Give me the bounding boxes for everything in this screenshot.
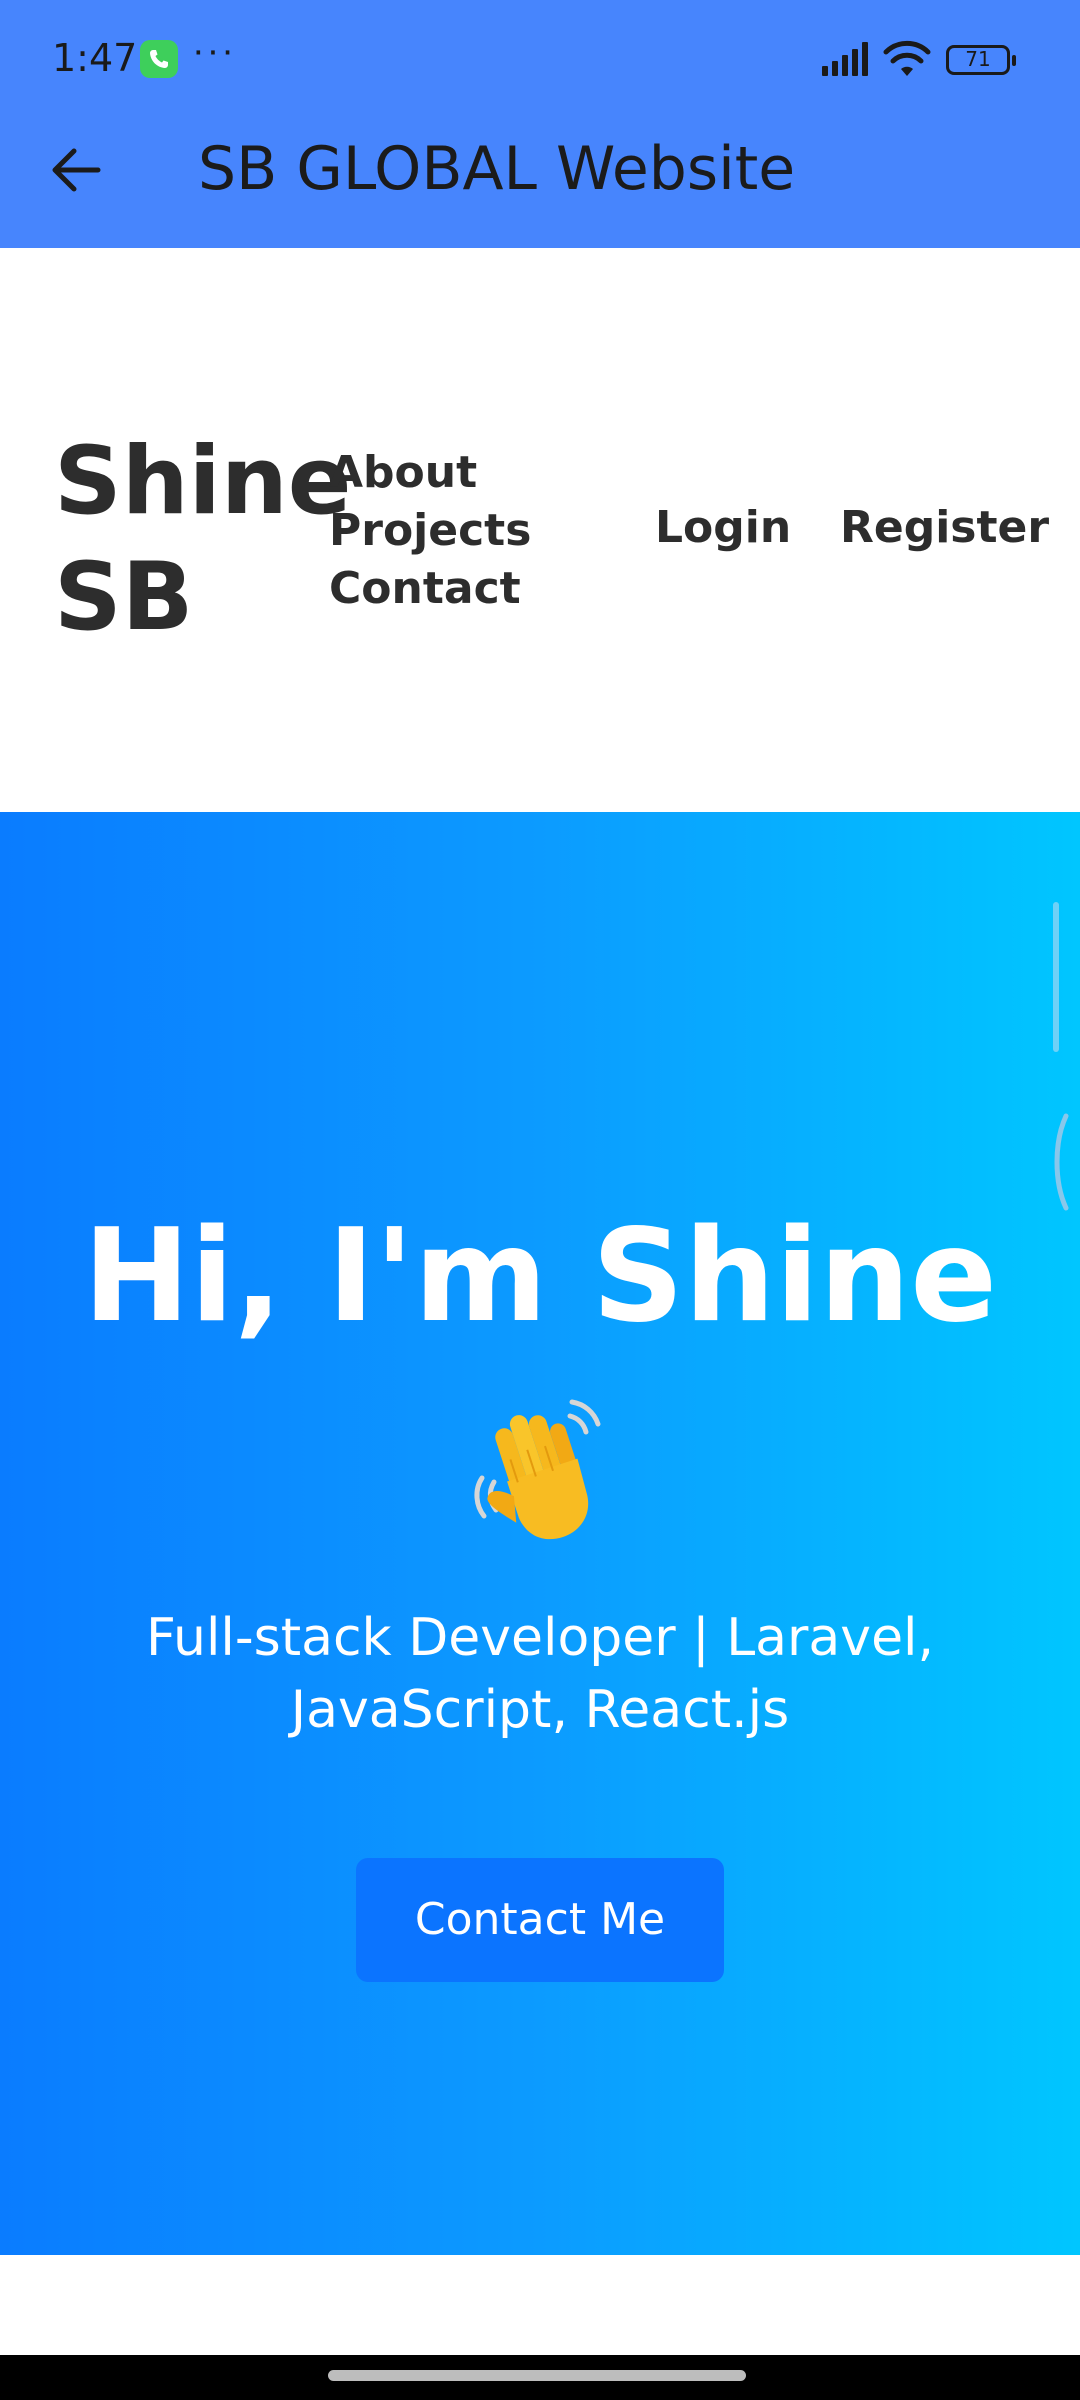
- phone-call-icon: [140, 40, 178, 78]
- wifi-icon: [883, 40, 931, 76]
- site-brand[interactable]: Shine SB: [54, 424, 352, 656]
- edge-swipe-handle[interactable]: [1050, 1112, 1070, 1212]
- contact-me-button[interactable]: Contact Me: [356, 1858, 724, 1982]
- signal-icon: [822, 42, 868, 76]
- app-bar: 1:47 ··· 71 SB GLOBAL Website: [0, 0, 1080, 248]
- scrollbar-thumb[interactable]: [1053, 902, 1059, 1052]
- arrow-left-icon[interactable]: [50, 146, 102, 194]
- nav-link-contact[interactable]: Contact: [329, 560, 531, 618]
- battery-level: 71: [965, 47, 991, 71]
- nav-link-projects[interactable]: Projects: [329, 502, 531, 560]
- status-time: 1:47: [52, 36, 138, 80]
- site-nav: About Projects Contact: [329, 444, 531, 618]
- page-bottom-strip: [0, 2255, 1080, 2355]
- waving-hand-icon: [474, 1399, 601, 1540]
- login-link[interactable]: Login: [655, 502, 791, 553]
- hero-section: Hi, I'm Shine Full-stack Developer | Lar…: [0, 812, 1080, 2255]
- hero-subtitle: Full-stack Developer | Laravel, JavaScri…: [145, 1608, 935, 1740]
- app-title: SB GLOBAL Website: [198, 134, 796, 204]
- hero-title: Hi, I'm Shine: [82, 1202, 998, 1351]
- register-link[interactable]: Register: [840, 502, 1049, 553]
- nav-link-about[interactable]: About: [329, 444, 531, 502]
- battery-icon: 71: [946, 45, 1016, 75]
- status-more-indicator: ···: [192, 30, 236, 72]
- home-indicator[interactable]: [328, 2370, 746, 2381]
